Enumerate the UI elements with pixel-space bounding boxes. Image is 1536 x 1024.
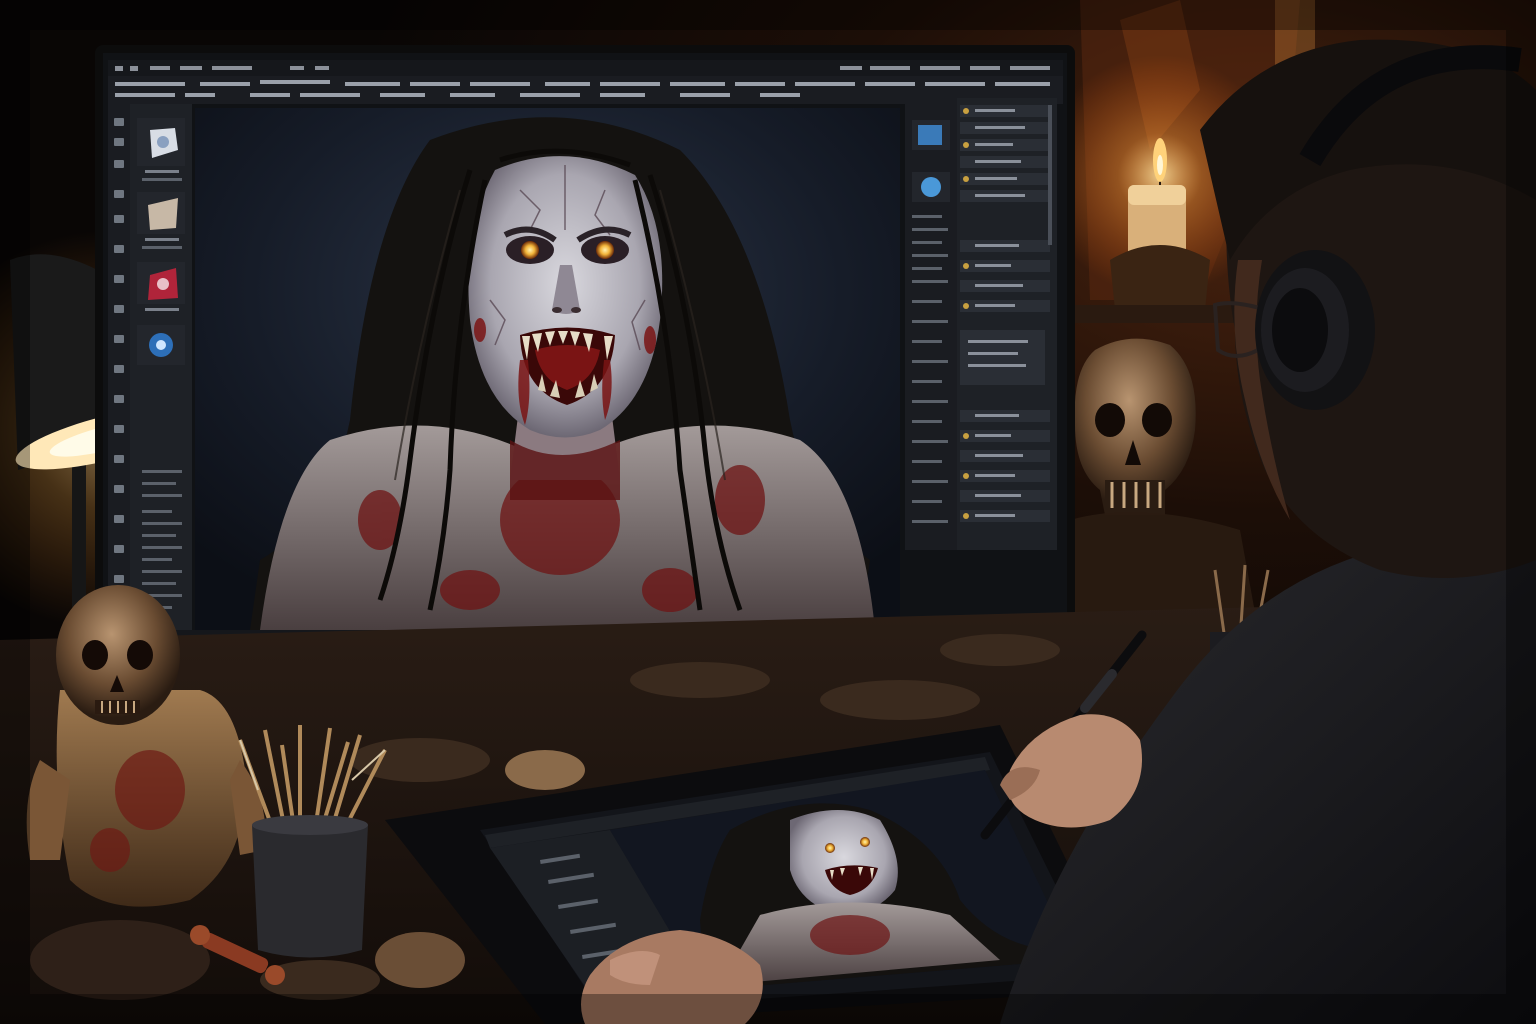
glowing-eye bbox=[521, 241, 539, 259]
swatch-thumbnail[interactable] bbox=[912, 120, 950, 150]
assets-panel[interactable] bbox=[130, 104, 192, 634]
scene bbox=[0, 0, 1536, 1024]
properties-panel[interactable] bbox=[905, 104, 957, 550]
asset-thumbnail[interactable] bbox=[137, 262, 185, 311]
glowing-eye bbox=[596, 241, 614, 259]
asset-thumbnail[interactable] bbox=[137, 325, 185, 365]
swatch-thumbnail[interactable] bbox=[912, 172, 950, 202]
shelf bbox=[1075, 305, 1245, 323]
options-bar[interactable] bbox=[108, 76, 1063, 104]
